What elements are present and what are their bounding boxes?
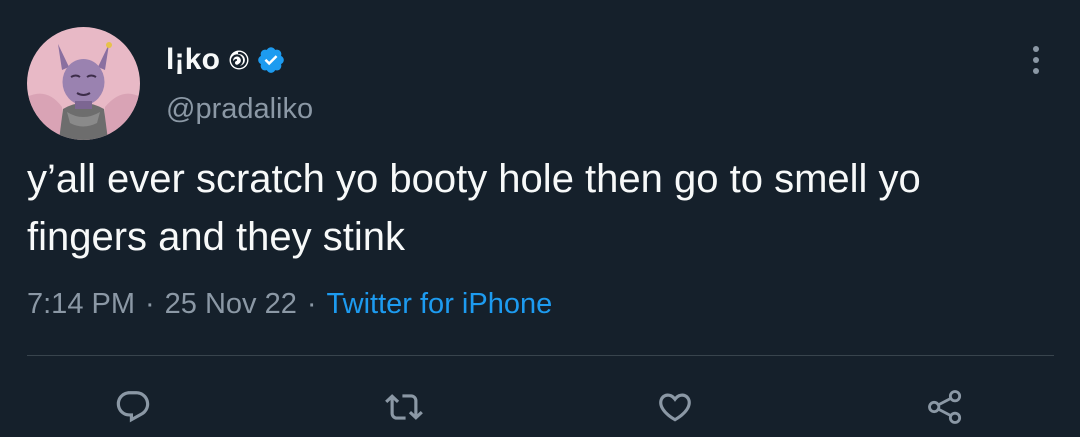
- divider: [27, 355, 1054, 356]
- like-button[interactable]: [651, 385, 699, 429]
- reply-button[interactable]: [109, 385, 157, 429]
- author-name-row: l¡ko: [166, 40, 286, 80]
- display-name[interactable]: l¡ko: [166, 43, 220, 77]
- tweet-text: y’all ever scratch yo booty hole then go…: [27, 157, 932, 259]
- retweet-button[interactable]: [380, 385, 428, 429]
- reply-icon: [116, 391, 150, 423]
- tweet-actions: [0, 385, 1080, 429]
- meta-separator: ·: [145, 288, 155, 320]
- share-icon: [928, 390, 962, 424]
- tweet-detail: l¡ko @pradaliko y’all ever scratch yo bo…: [0, 0, 1080, 437]
- beerus-avatar-icon: [27, 27, 140, 140]
- heart-icon: [659, 393, 691, 422]
- verified-badge-icon: [256, 45, 286, 75]
- avatar[interactable]: [27, 27, 140, 140]
- tweet-meta: 7:14 PM · 25 Nov 22 · Twitter for iPhone: [27, 288, 552, 321]
- author-handle[interactable]: @pradaliko: [166, 93, 313, 126]
- tweet-source-link[interactable]: Twitter for iPhone: [327, 288, 553, 321]
- share-button[interactable]: [921, 385, 969, 429]
- retweet-icon: [385, 394, 423, 420]
- more-vertical-icon: [1033, 46, 1039, 74]
- meta-separator: ·: [306, 288, 317, 320]
- more-options-button[interactable]: [1016, 40, 1056, 80]
- tweet-time[interactable]: 7:14 PM: [27, 288, 135, 321]
- tweet-date[interactable]: 25 Nov 22: [165, 288, 297, 321]
- cyclone-icon: [228, 49, 250, 71]
